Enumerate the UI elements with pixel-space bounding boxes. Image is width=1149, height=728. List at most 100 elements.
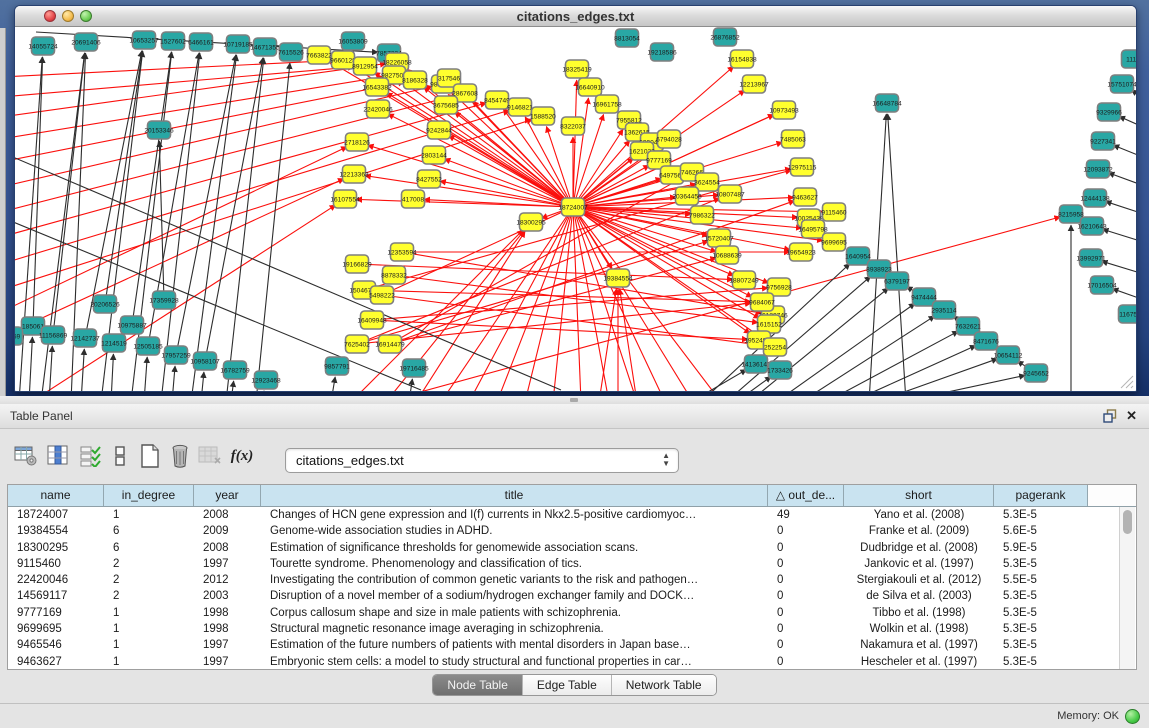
graph-node[interactable]: 12093872 — [1083, 160, 1113, 178]
tab-edge-table[interactable]: Edge Table — [523, 675, 612, 695]
column-header-short[interactable]: short — [844, 485, 994, 506]
table-cell-pagerank[interactable]: 5.3E-5 — [994, 556, 1088, 572]
delete-table-trash-icon[interactable] — [166, 442, 194, 470]
graph-node[interactable]: 9857791 — [324, 357, 350, 375]
table-row[interactable]: 911546021997Tourette syndrome. Phenomeno… — [8, 556, 1136, 572]
window-resize-grip-icon[interactable] — [1120, 375, 1134, 389]
graph-node[interactable]: 16782759 — [220, 361, 250, 379]
table-cell-pagerank[interactable]: 5.6E-5 — [994, 523, 1088, 539]
table-cell-title[interactable]: Tourette syndrome. Phenomenology and cla… — [261, 556, 768, 572]
graph-node[interactable]: 8878332 — [381, 266, 407, 284]
table-cell-pagerank[interactable]: 5.3E-5 — [994, 507, 1088, 523]
table-cell-name[interactable]: 9465546 — [8, 637, 104, 653]
table-cell-out_de[interactable]: 0 — [768, 588, 844, 604]
table-cell-short[interactable]: de Silva et al. (2003) — [844, 588, 994, 604]
edit-rows-checks-icon[interactable] — [76, 442, 104, 470]
table-cell-pagerank[interactable]: 5.9E-5 — [994, 540, 1088, 556]
graph-node[interactable]: 22420046 — [363, 100, 393, 118]
graph-node[interactable]: 1214519 — [101, 334, 127, 352]
graph-node[interactable]: 7625402 — [344, 335, 370, 353]
graph-node[interactable]: 417008 — [402, 190, 425, 208]
graph-node[interactable]: 15720407 — [704, 229, 734, 247]
table-cell-short[interactable]: Stergiakouli et al. (2012) — [844, 572, 994, 588]
graph-node[interactable]: 8912954 — [352, 57, 378, 75]
table-cell-year[interactable]: 2003 — [194, 588, 261, 604]
table-row[interactable]: 2242004622012Investigating the contribut… — [8, 572, 1136, 588]
table-body[interactable]: 1872400712008Changes of HCN gene express… — [8, 507, 1136, 670]
graph-node[interactable]: 19166829 — [342, 255, 372, 273]
table-cell-in_degree[interactable]: 6 — [104, 523, 194, 539]
network-window-titlebar[interactable]: citations_edges.txt — [15, 6, 1136, 27]
table-cell-out_de[interactable]: 0 — [768, 540, 844, 556]
table-cell-out_de[interactable]: 0 — [768, 637, 844, 653]
graph-node[interactable]: 3675685 — [433, 96, 459, 114]
scrollbar-thumb[interactable] — [1123, 510, 1132, 534]
graph-node[interactable]: 10958107 — [190, 352, 220, 370]
graph-node[interactable]: 12923468 — [251, 371, 281, 389]
graph-node[interactable]: 1112 — [1122, 50, 1137, 68]
table-settings-icon[interactable] — [12, 442, 40, 470]
graph-node[interactable]: 19384554 — [603, 269, 633, 287]
table-cell-short[interactable]: Jankovic et al. (1997) — [844, 556, 994, 572]
graph-node[interactable]: 18300295 — [516, 213, 546, 231]
graph-node[interactable]: 8813054 — [614, 29, 640, 47]
graph-node[interactable]: 20153346 — [144, 121, 174, 139]
graph-node[interactable]: 1527602 — [160, 32, 186, 50]
graph-node[interactable]: 17957259 — [161, 346, 191, 364]
table-cell-pagerank[interactable]: 5.3E-5 — [994, 637, 1088, 653]
table-cell-name[interactable]: 14569117 — [8, 588, 104, 604]
table-cell-title[interactable]: Genome-wide association studies in ADHD. — [261, 523, 768, 539]
column-header-out_de[interactable]: △ out_de... — [768, 485, 844, 506]
graph-node[interactable]: 6379197 — [884, 272, 910, 290]
graph-node[interactable]: 16914479 — [375, 335, 405, 353]
table-cell-pagerank[interactable]: 5.5E-5 — [994, 572, 1088, 588]
float-panel-icon[interactable] — [1103, 409, 1117, 423]
table-row[interactable]: 946554611997Estimation of the future num… — [8, 637, 1136, 653]
graph-node[interactable]: 1733426 — [767, 361, 793, 379]
graph-node[interactable]: 8427552 — [416, 170, 442, 188]
table-cell-year[interactable]: 2009 — [194, 523, 261, 539]
table-cell-pagerank[interactable]: 5.3E-5 — [994, 605, 1088, 621]
graph-node[interactable]: 12213363 — [339, 165, 369, 183]
tab-node-table[interactable]: Node Table — [433, 675, 523, 695]
graph-node[interactable]: 18325419 — [562, 60, 592, 78]
graph-node[interactable]: 16961758 — [592, 95, 622, 113]
graph-node[interactable]: 2718126 — [344, 133, 370, 151]
graph-node[interactable]: 20206526 — [90, 295, 120, 313]
table-row[interactable]: 969969511998Structural magnetic resonanc… — [8, 621, 1136, 637]
table-cell-name[interactable]: 18300295 — [8, 540, 104, 556]
graph-node[interactable]: 10653257 — [129, 31, 159, 49]
graph-node[interactable]: 12444138 — [1080, 189, 1110, 207]
table-cell-title[interactable]: Estimation of significance thresholds fo… — [261, 540, 768, 556]
graph-node[interactable]: 26876852 — [710, 28, 740, 46]
graph-node[interactable]: 9699695 — [821, 233, 847, 251]
table-cell-in_degree[interactable]: 6 — [104, 540, 194, 556]
table-cell-in_degree[interactable]: 2 — [104, 588, 194, 604]
table-cell-title[interactable]: Structural magnetic resonance image aver… — [261, 621, 768, 637]
table-cell-short[interactable]: Franke et al. (2009) — [844, 523, 994, 539]
graph-node[interactable]: 10688639 — [712, 246, 742, 264]
table-cell-short[interactable]: Dudbridge et al. (2008) — [844, 540, 994, 556]
graph-node[interactable]: 16154838 — [727, 50, 757, 68]
graph-node[interactable]: 9242844 — [426, 121, 452, 139]
table-cell-out_de[interactable]: 0 — [768, 621, 844, 637]
table-cell-pagerank[interactable]: 5.3E-5 — [994, 588, 1088, 604]
table-row[interactable]: 1872400712008Changes of HCN gene express… — [8, 507, 1136, 523]
table-cell-out_de[interactable]: 0 — [768, 654, 844, 670]
new-table-icon[interactable] — [136, 442, 164, 470]
graph-node[interactable]: 2935114 — [931, 301, 957, 319]
graph-node[interactable]: 12142737 — [70, 329, 100, 347]
graph-node[interactable]: 9227341 — [1090, 132, 1116, 150]
table-row[interactable]: 1830029562008Estimation of significance … — [8, 540, 1136, 556]
graph-node[interactable]: 19218586 — [647, 43, 677, 61]
table-cell-name[interactable]: 22420046 — [8, 572, 104, 588]
graph-node[interactable]: 16409948 — [357, 311, 387, 329]
table-cell-in_degree[interactable]: 1 — [104, 654, 194, 670]
table-cell-title[interactable]: Changes of HCN gene expression and I(f) … — [261, 507, 768, 523]
table-row[interactable]: 1938455462009Genome-wide association stu… — [8, 523, 1136, 539]
table-cell-title[interactable]: Corpus callosum shape and size in male p… — [261, 605, 768, 621]
table-cell-out_de[interactable]: 49 — [768, 507, 844, 523]
table-cell-year[interactable]: 1997 — [194, 654, 261, 670]
graph-node[interactable]: 1588520 — [530, 107, 556, 125]
graph-node[interactable]: 16543382 — [362, 78, 392, 96]
